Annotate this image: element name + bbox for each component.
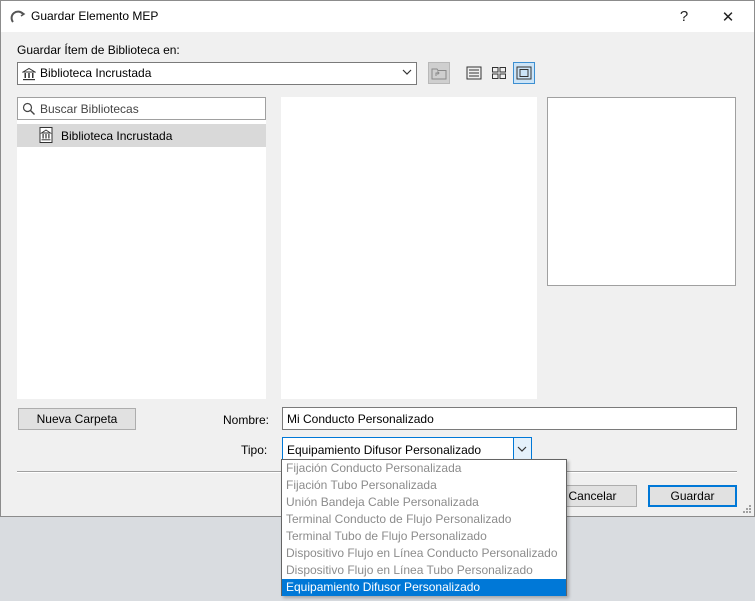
preview-view-icon: [516, 66, 532, 80]
search-placeholder: Buscar Bibliotecas: [40, 102, 139, 116]
chevron-down-icon: [517, 446, 527, 452]
type-dropdown[interactable]: Equipamiento Difusor Personalizado: [282, 437, 532, 461]
content-list-panel[interactable]: [281, 97, 537, 399]
list-view-button[interactable]: [463, 62, 485, 84]
preview-view-button[interactable]: [513, 62, 535, 84]
resize-grip-icon[interactable]: [742, 504, 752, 514]
preview-panel: [547, 97, 736, 286]
new-folder-button[interactable]: Nueva Carpeta: [18, 408, 136, 430]
help-button[interactable]: ?: [662, 1, 706, 32]
arc-logo-icon: [10, 10, 26, 23]
type-option[interactable]: Dispositivo Flujo en Línea Conducto Pers…: [282, 545, 566, 562]
type-option-selected[interactable]: Equipamiento Difusor Personalizado: [282, 579, 566, 596]
library-building-icon: [22, 67, 36, 81]
window-title: Guardar Elemento MEP: [31, 9, 159, 23]
location-label: Guardar Ítem de Biblioteca en:: [17, 43, 180, 57]
type-dropdown-arrow[interactable]: [513, 438, 531, 460]
up-folder-button[interactable]: [428, 62, 450, 84]
list-view-icon: [466, 66, 482, 80]
type-option[interactable]: Terminal Tubo de Flujo Personalizado: [282, 528, 566, 545]
tree-item-label: Biblioteca Incrustada: [61, 129, 173, 143]
location-value: Biblioteca Incrustada: [40, 66, 152, 80]
save-mep-element-dialog: Guardar Elemento MEP ? ✕ Guardar Ítem de…: [0, 0, 755, 517]
tree-item-embedded-library[interactable]: Biblioteca Incrustada: [17, 124, 266, 147]
library-building-icon: [39, 127, 53, 143]
location-dropdown[interactable]: Biblioteca Incrustada: [17, 62, 417, 85]
icon-view-icon: [492, 67, 506, 79]
search-icon: [22, 102, 35, 115]
chevron-down-icon: [402, 69, 412, 75]
name-label: Nombre:: [223, 413, 270, 427]
save-button[interactable]: Guardar: [648, 485, 737, 507]
type-label: Tipo:: [241, 443, 268, 457]
close-button[interactable]: ✕: [706, 1, 750, 32]
type-option[interactable]: Fijación Conducto Personalizada: [282, 460, 566, 477]
type-option[interactable]: Fijación Tubo Personalizada: [282, 477, 566, 494]
name-input[interactable]: Mi Conducto Personalizado: [282, 407, 737, 430]
title-bar: Guardar Elemento MEP ? ✕: [1, 1, 754, 32]
type-option[interactable]: Dispositivo Flujo en Línea Tubo Personal…: [282, 562, 566, 579]
folder-up-icon: [431, 68, 447, 80]
search-libraries-input[interactable]: Buscar Bibliotecas: [17, 97, 266, 120]
icon-view-button[interactable]: [488, 62, 510, 84]
type-value: Equipamiento Difusor Personalizado: [287, 443, 482, 457]
type-option[interactable]: Unión Bandeja Cable Personalizada: [282, 494, 566, 511]
type-option[interactable]: Terminal Conducto de Flujo Personalizado: [282, 511, 566, 528]
type-options-list: Fijación Conducto Personalizada Fijación…: [281, 459, 567, 596]
